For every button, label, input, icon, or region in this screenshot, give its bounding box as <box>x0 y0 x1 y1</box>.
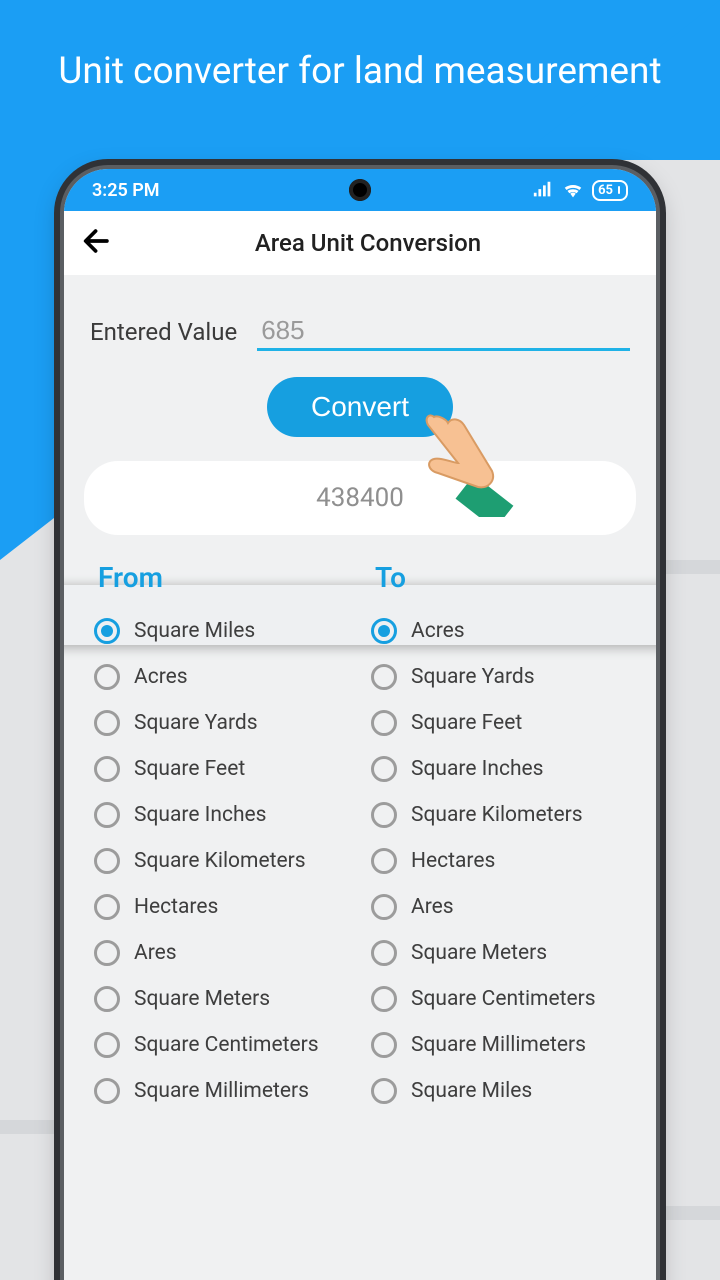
from-option-label: Square Miles <box>134 619 255 643</box>
from-option-label: Square Centimeters <box>134 1033 319 1057</box>
convert-button[interactable]: Convert <box>267 377 453 437</box>
to-option[interactable]: Square Yards <box>371 654 638 700</box>
radio-icon[interactable] <box>94 894 120 920</box>
from-option-label: Square Meters <box>134 987 270 1011</box>
from-column: From Square MilesAcresSquare YardsSquare… <box>94 561 361 1114</box>
to-option[interactable]: Ares <box>371 884 638 930</box>
radio-icon[interactable] <box>371 802 397 828</box>
to-option[interactable]: Square Feet <box>371 700 638 746</box>
from-option-label: Ares <box>134 941 177 965</box>
from-option-label: Square Feet <box>134 757 245 781</box>
radio-icon[interactable] <box>371 1078 397 1104</box>
from-option[interactable]: Square Meters <box>94 976 361 1022</box>
to-option-label: Square Miles <box>411 1079 532 1103</box>
from-option[interactable]: Square Miles <box>94 608 361 654</box>
to-options: Acres Square Yards Square Feet Square Inche… <box>371 608 638 1114</box>
from-option-label: Acres <box>134 665 188 689</box>
from-option[interactable]: Square Inches <box>94 792 361 838</box>
radio-icon[interactable] <box>94 1032 120 1058</box>
to-option[interactable]: Square Centimeters <box>371 976 638 1022</box>
radio-icon[interactable] <box>371 1032 397 1058</box>
to-option[interactable]: Hectares <box>371 838 638 884</box>
to-option-label: Square Yards <box>411 665 535 689</box>
status-time: 3:25 PM <box>92 180 160 201</box>
to-option[interactable]: Acres <box>371 608 638 654</box>
from-option[interactable]: Square Yards <box>94 700 361 746</box>
from-option-label: Hectares <box>134 895 218 919</box>
radio-icon[interactable] <box>371 940 397 966</box>
radio-icon[interactable] <box>371 986 397 1012</box>
battery-icon: 65 <box>592 180 628 201</box>
from-option-label: Square Kilometers <box>134 849 306 873</box>
phone-frame: 3:25 PM 65 Area Unit Conversion Entered … <box>60 165 660 1280</box>
from-option[interactable]: Square Kilometers <box>94 838 361 884</box>
from-option-label: Square Yards <box>134 711 258 735</box>
from-option-label: Square Inches <box>134 803 267 827</box>
to-option-label: Square Inches <box>411 757 544 781</box>
radio-icon[interactable] <box>94 802 120 828</box>
radio-icon[interactable] <box>94 664 120 690</box>
to-option-label: Hectares <box>411 849 495 873</box>
to-option-label: Square Kilometers <box>411 803 583 827</box>
page-title: Area Unit Conversion <box>130 229 606 257</box>
to-option-label: Square Millimeters <box>411 1033 586 1057</box>
from-option-label: Square Millimeters <box>134 1079 309 1103</box>
to-option[interactable]: Square Kilometers <box>371 792 638 838</box>
entered-value-input[interactable] <box>257 313 630 351</box>
from-option[interactable]: Ares <box>94 930 361 976</box>
to-option[interactable]: Square Miles <box>371 1068 638 1114</box>
to-option[interactable]: Square Millimeters <box>371 1022 638 1068</box>
to-column: To Acres Square Yards Square Feet Square In… <box>371 561 638 1114</box>
promo-title: Unit converter for land measurement <box>0 50 720 93</box>
radio-icon[interactable] <box>94 618 120 644</box>
to-option-label: Square Meters <box>411 941 547 965</box>
from-title: From <box>98 561 361 594</box>
radio-icon[interactable] <box>371 894 397 920</box>
from-option[interactable]: Square Feet <box>94 746 361 792</box>
to-option-label: Acres <box>411 619 465 643</box>
radio-icon[interactable] <box>94 848 120 874</box>
radio-icon[interactable] <box>94 1078 120 1104</box>
to-option-label: Square Feet <box>411 711 522 735</box>
from-option[interactable]: Acres <box>94 654 361 700</box>
result-value: 438400 <box>316 483 404 513</box>
radio-icon[interactable] <box>94 986 120 1012</box>
to-title: To <box>375 561 638 594</box>
wifi-icon <box>562 181 584 199</box>
app-header: Area Unit Conversion <box>64 211 656 275</box>
result-card: 438400 <box>84 461 636 535</box>
signal-icon <box>532 181 554 199</box>
radio-icon[interactable] <box>371 848 397 874</box>
from-option[interactable]: Hectares <box>94 884 361 930</box>
to-option[interactable]: Square Inches <box>371 746 638 792</box>
radio-icon[interactable] <box>371 710 397 736</box>
radio-icon[interactable] <box>94 756 120 782</box>
radio-icon[interactable] <box>371 756 397 782</box>
radio-icon[interactable] <box>371 664 397 690</box>
to-option-label: Square Centimeters <box>411 987 596 1011</box>
from-option[interactable]: Square Centimeters <box>94 1022 361 1068</box>
radio-icon[interactable] <box>371 618 397 644</box>
from-options: Square Miles Acres Square Yards Square Feet… <box>94 608 361 1114</box>
back-icon[interactable] <box>80 224 114 262</box>
radio-icon[interactable] <box>94 710 120 736</box>
radio-icon[interactable] <box>94 940 120 966</box>
status-bar: 3:25 PM 65 <box>64 169 656 211</box>
to-option-label: Ares <box>411 895 454 919</box>
from-option[interactable]: Square Millimeters <box>94 1068 361 1114</box>
entered-value-label: Entered Value <box>90 318 237 346</box>
camera-notch <box>349 179 371 201</box>
to-option[interactable]: Square Meters <box>371 930 638 976</box>
